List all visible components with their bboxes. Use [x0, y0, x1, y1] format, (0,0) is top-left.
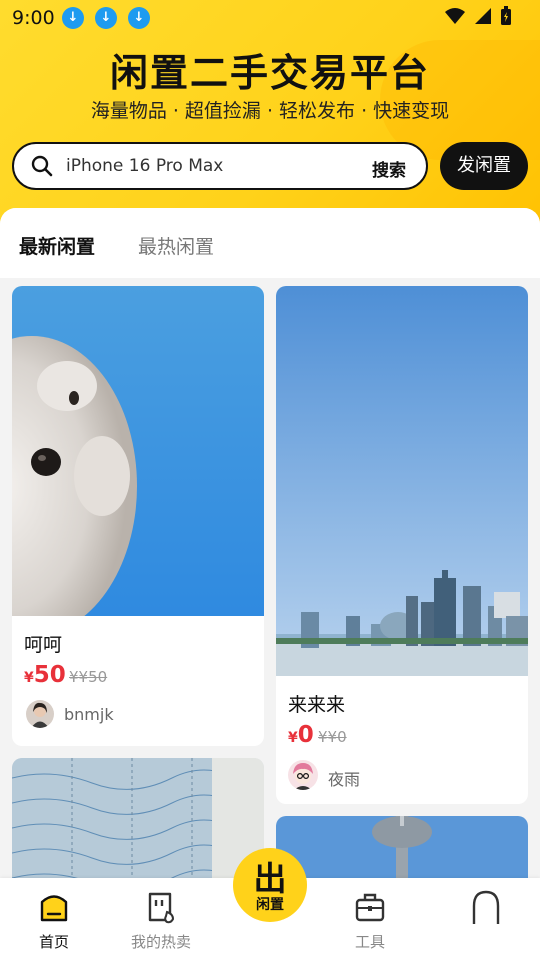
- shop-icon: [148, 892, 175, 924]
- home-icon: [40, 895, 68, 922]
- tab-hottest[interactable]: 最热闲置: [138, 232, 214, 259]
- item-image-dog: [12, 286, 264, 616]
- currency-symbol: ¥: [288, 730, 298, 746]
- search-button[interactable]: 搜索: [372, 156, 406, 181]
- item-card[interactable]: [12, 758, 264, 888]
- battery-icon: [501, 6, 511, 25]
- tab-hottest-label: 最热闲置: [138, 236, 215, 258]
- center-button-label: 闲置: [256, 897, 284, 913]
- price-value: 50: [33, 662, 66, 688]
- download-icon: ↓: [128, 7, 150, 29]
- nav-profile[interactable]: [441, 878, 531, 960]
- page-title: 闲置二手交易平台: [109, 51, 430, 95]
- nav-tools-label: 工具: [354, 933, 385, 951]
- search-input[interactable]: iPhone 16 Pro Max: [66, 156, 223, 176]
- user-avatar[interactable]: [26, 700, 54, 728]
- download-icon: ↓: [95, 7, 117, 29]
- user-avatar[interactable]: [288, 760, 318, 790]
- nav-home[interactable]: 首页: [9, 878, 99, 960]
- download-icon: ↓: [62, 7, 84, 29]
- nav-tools[interactable]: 工具: [325, 878, 415, 960]
- page-subtitle: 海量物品 · 超值捡漏 · 轻松发布 · 快速变现: [90, 100, 450, 122]
- search-icon: [31, 155, 53, 177]
- item-card[interactable]: 来来来 ¥0 ¥¥0 夜雨: [276, 286, 528, 804]
- item-title: 呵呵: [24, 634, 63, 656]
- nav-my-hot-label: 我的热卖: [130, 933, 191, 951]
- nav-my-hot[interactable]: 我的热卖: [116, 878, 206, 960]
- item-original-price: ¥¥50: [69, 668, 108, 686]
- profile-icon: [472, 890, 500, 924]
- tab-latest-label: 最新闲置: [19, 236, 96, 258]
- signal-icon: [475, 8, 491, 24]
- system-icons: [444, 6, 512, 26]
- search-bar[interactable]: iPhone 16 Pro Max 搜索: [12, 142, 428, 190]
- item-original-price: ¥¥0: [318, 728, 347, 746]
- status-time: 9:00: [12, 7, 55, 29]
- toolbox-icon: [355, 893, 385, 922]
- tab-latest[interactable]: 最新闲置: [17, 232, 96, 259]
- post-item-button[interactable]: 发闲置: [440, 142, 528, 190]
- center-sell-button[interactable]: 出 闲置: [233, 848, 307, 922]
- nav-home-label: 首页: [38, 933, 69, 951]
- wifi-icon: [445, 8, 465, 24]
- item-price: ¥0: [288, 722, 314, 748]
- item-image-skyline: [276, 286, 528, 676]
- status-bar: 9:00 ↓ ↓ ↓: [0, 0, 540, 36]
- item-title: 来来来: [288, 694, 346, 716]
- currency-symbol: ¥: [24, 670, 34, 686]
- user-name: 夜雨: [328, 770, 361, 789]
- item-card[interactable]: 呵呵 ¥50 ¥¥50 bnmjk: [12, 286, 264, 746]
- item-price: ¥50: [24, 662, 66, 688]
- tab-bar: 最新闲置 最热闲置: [0, 208, 540, 278]
- item-image-tickets: [12, 758, 264, 888]
- price-value: 0: [297, 722, 314, 748]
- user-name: bnmjk: [64, 705, 114, 724]
- center-button-glyph: 出: [253, 859, 287, 898]
